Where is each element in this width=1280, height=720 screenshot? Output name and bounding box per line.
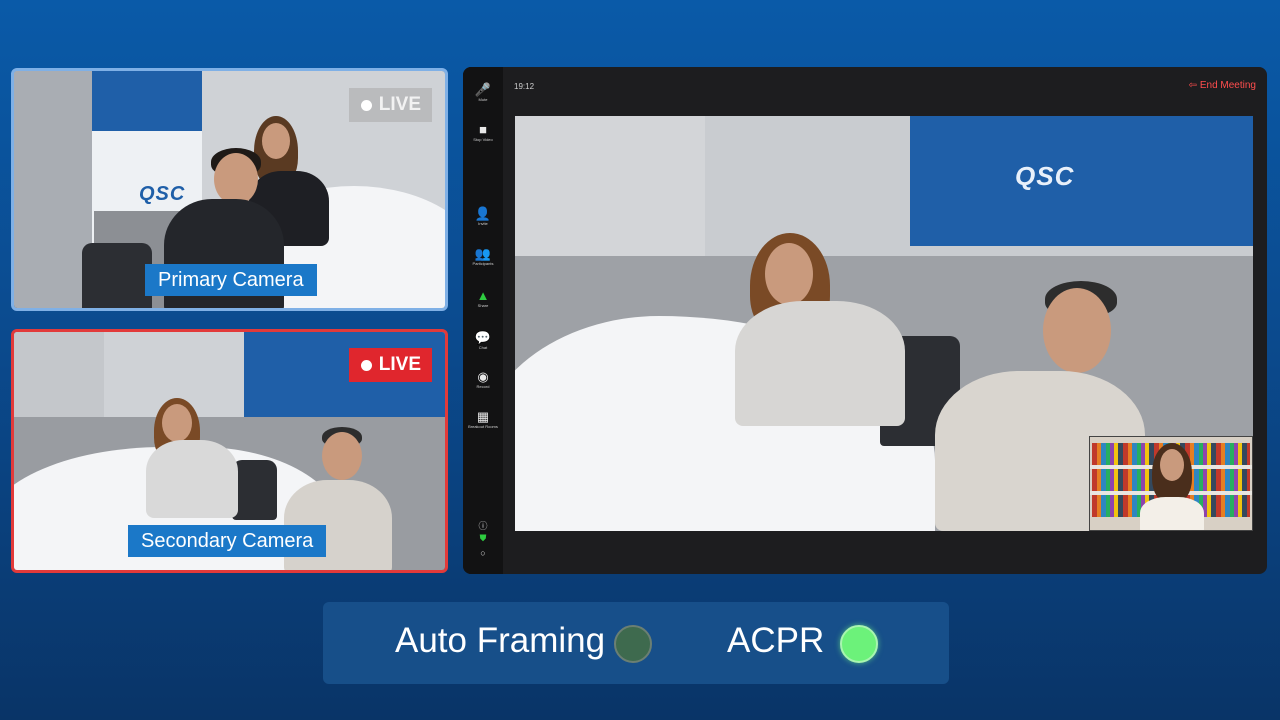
primary-camera-label: Primary Camera: [145, 264, 317, 296]
acpr-indicator[interactable]: [840, 625, 878, 663]
live-dot-icon: [360, 360, 372, 371]
live-dot-icon: [360, 100, 372, 111]
meeting-toolbar: 🎤 Mute ■ Stop Video 👤 Invite 👥 Participa…: [463, 67, 503, 574]
active-speaker-video: QSC: [515, 116, 1253, 531]
auto-framing-indicator[interactable]: [614, 625, 652, 663]
share-screen-icon: ▲: [476, 288, 490, 303]
chat-button[interactable]: 💬 Chat: [463, 331, 503, 351]
record-icon: ◉: [477, 369, 489, 384]
zoom-meeting-window: 🎤 Mute ■ Stop Video 👤 Invite 👥 Participa…: [463, 67, 1267, 574]
meeting-time: 19:12: [514, 82, 535, 91]
video-camera-icon: ■: [479, 122, 487, 137]
auto-framing-label: Auto Framing: [395, 621, 606, 660]
share-button[interactable]: ▲ Share: [463, 289, 503, 309]
secondary-live-badge[interactable]: LIVE: [348, 348, 432, 382]
self-view-thumbnail[interactable]: [1089, 436, 1253, 531]
primary-live-badge[interactable]: LIVE: [348, 88, 432, 122]
stop-video-button[interactable]: ■ Stop Video: [463, 123, 503, 143]
microphone-icon: 🎤: [474, 82, 492, 97]
main-banner-logo: QSC: [1015, 161, 1075, 191]
breakout-rooms-icon: ▦: [476, 409, 490, 424]
invite-button[interactable]: 👤 Invite: [463, 207, 503, 227]
add-user-icon: 👤: [474, 206, 492, 221]
security-shield-icon[interactable]: ⛊: [463, 533, 503, 544]
secondary-camera-label: Secondary Camera: [128, 525, 327, 557]
secondary-camera-preview[interactable]: LIVE Secondary Camera: [11, 329, 448, 573]
chat-icon: 💬: [474, 330, 492, 345]
primary-camera-preview[interactable]: QSC LIVE Primary Camera: [11, 68, 448, 311]
end-meeting-button[interactable]: ⇦ End Meeting: [1189, 80, 1256, 91]
leave-icon: ⇦: [1188, 80, 1198, 91]
record-button[interactable]: ◉ Record: [463, 370, 503, 390]
status-panel: Auto Framing ACPR: [323, 602, 949, 684]
participants-button[interactable]: 👥 Participants: [463, 247, 503, 267]
acpr-label: ACPR: [727, 621, 825, 660]
info-icon[interactable]: ⓘ: [463, 519, 503, 532]
status-dot-icon: ○: [480, 548, 486, 558]
participants-icon: 👥: [474, 246, 492, 261]
mute-button[interactable]: 🎤 Mute: [463, 83, 503, 103]
breakout-rooms-button[interactable]: ▦ Breakout Rooms: [463, 410, 503, 430]
primary-banner-logo: QSC: [139, 183, 186, 205]
